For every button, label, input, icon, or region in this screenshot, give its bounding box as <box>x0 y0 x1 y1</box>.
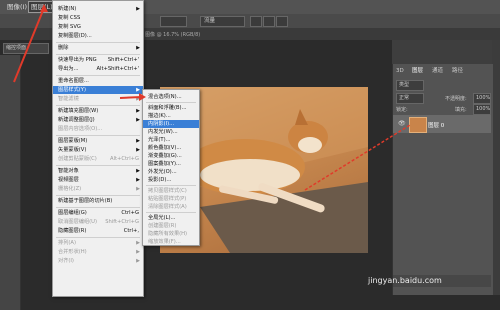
annotation-arrow-menu <box>13 7 45 83</box>
annotation-arrow-style <box>119 96 143 99</box>
annotation-line-layer <box>304 124 411 191</box>
annotation-overlay <box>13 4 411 191</box>
arrow-head-icon <box>40 4 48 12</box>
watermark: jingyan.baidu.com <box>368 276 442 285</box>
arrow-head-icon <box>139 93 146 101</box>
